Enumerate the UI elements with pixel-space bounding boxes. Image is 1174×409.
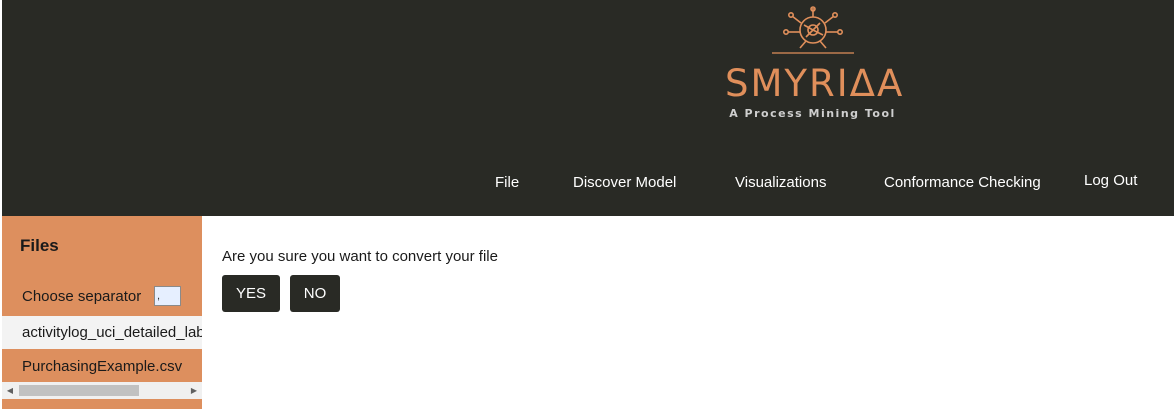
yes-button[interactable]: YES	[222, 275, 280, 312]
separator-input[interactable]: ,	[154, 286, 181, 306]
nav-visualizations[interactable]: Visualizations	[735, 174, 826, 191]
convert-confirm-message: Are you sure you want to convert your fi…	[222, 248, 498, 265]
sidebar-footer	[2, 399, 202, 409]
app-logo-text: SMYRIΔA	[725, 62, 905, 105]
file-item[interactable]: activitylog_uci_detailed_labour.csv	[2, 316, 202, 349]
scroll-right-arrow-icon[interactable]: ▶	[187, 382, 201, 399]
app-logo: SMYRIΔA A Process Mining Tool	[725, 6, 905, 124]
app-tagline: A Process Mining Tool	[729, 107, 896, 120]
file-item[interactable]: PurchasingExample.csv	[2, 350, 202, 383]
sidebar-title: Files	[20, 236, 59, 255]
separator-label: Choose separator	[22, 288, 142, 305]
scroll-left-arrow-icon[interactable]: ◀	[3, 382, 17, 399]
nav-conformance-checking[interactable]: Conformance Checking	[884, 174, 1041, 191]
scrollbar-thumb[interactable]	[19, 385, 139, 396]
nav-file[interactable]: File	[495, 174, 519, 191]
process-network-logo-icon	[771, 6, 854, 54]
nav-discover-model[interactable]: Discover Model	[573, 174, 676, 191]
no-button[interactable]: NO	[290, 275, 340, 312]
sidebar-horizontal-scrollbar[interactable]: ◀ ▶	[2, 382, 202, 399]
nav-log-out[interactable]: Log Out	[1084, 172, 1137, 189]
